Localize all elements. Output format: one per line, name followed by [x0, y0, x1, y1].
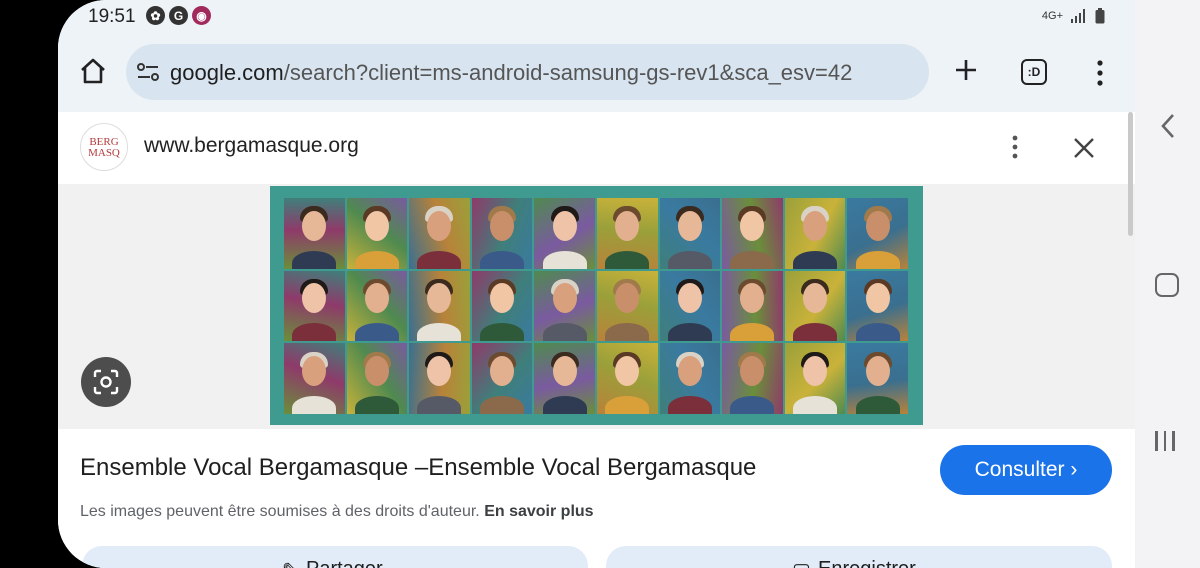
portrait-tile	[346, 343, 408, 414]
portrait-tile	[784, 343, 846, 414]
battery-icon	[1095, 8, 1105, 24]
portrait-tile	[409, 270, 470, 342]
portrait-tile	[471, 270, 533, 342]
portrait-tile	[346, 270, 408, 342]
phone-frame: 19:51 ✿ G ◉ 4G+ google.com/search?client…	[0, 0, 1200, 568]
home-icon[interactable]	[78, 56, 108, 86]
portrait-tile	[596, 198, 658, 269]
url-host: google.com	[170, 60, 284, 85]
new-tab-icon[interactable]	[954, 58, 978, 82]
portrait-tile	[722, 270, 783, 342]
result-title[interactable]: Ensemble Vocal Bergamasque –Ensemble Voc…	[80, 454, 756, 482]
image-preview-area	[58, 184, 1135, 429]
signal-icon	[1071, 9, 1085, 23]
browser-screen: 19:51 ✿ G ◉ 4G+ google.com/search?client…	[58, 0, 1135, 568]
portrait-tile	[534, 198, 595, 269]
ensemble-photo[interactable]	[270, 186, 923, 425]
save-label: Enregistrer	[818, 558, 916, 568]
status-time: 19:51	[88, 6, 136, 27]
site-settings-icon[interactable]	[136, 62, 160, 82]
portrait-tile	[722, 343, 783, 414]
portrait-tile	[722, 198, 783, 269]
app-notification-icon: ◉	[192, 6, 211, 25]
source-more-icon[interactable]	[1010, 134, 1020, 160]
site-favicon[interactable]: BERG MASQ	[80, 123, 128, 171]
portrait-tile	[284, 198, 345, 269]
lens-icon	[93, 369, 119, 395]
portrait-tile	[596, 270, 658, 342]
portrait-tile	[409, 198, 470, 269]
portrait-tile	[659, 270, 721, 342]
lens-button[interactable]	[81, 357, 131, 407]
notification-icons: ✿ G ◉	[146, 6, 211, 25]
portrait-tile	[847, 198, 908, 269]
url-text[interactable]: google.com/search?client=ms-android-sams…	[170, 60, 922, 86]
home-nav-icon[interactable]	[1155, 273, 1179, 297]
address-bar[interactable]: google.com/search?client=ms-android-sams…	[126, 44, 929, 100]
learn-more-link[interactable]: En savoir plus	[484, 503, 593, 520]
browser-toolbar: google.com/search?client=ms-android-sams…	[58, 34, 1135, 112]
portrait-tile	[471, 343, 533, 414]
portrait-tile	[659, 343, 721, 414]
status-bar: 19:51 ✿ G ◉ 4G+	[58, 0, 1135, 34]
image-result-panel: BERG MASQ www.bergamasque.org Ensemble V…	[58, 112, 1135, 568]
tabs-button[interactable]: :D	[1021, 59, 1047, 85]
android-navigation-bar	[1135, 0, 1200, 568]
portrait-tile	[659, 198, 721, 269]
portrait-tile	[346, 198, 408, 269]
copyright-note: Les images peuvent être soumises à des d…	[80, 503, 594, 521]
google-notification-icon: G	[169, 6, 188, 25]
status-right: 4G+	[1042, 8, 1105, 24]
share-label: Partager	[306, 558, 383, 568]
network-type: 4G+	[1041, 10, 1063, 22]
consult-button[interactable]: Consulter ›	[940, 445, 1112, 495]
close-icon[interactable]	[1072, 136, 1096, 160]
portrait-tile	[847, 270, 908, 342]
portrait-tile	[284, 270, 345, 342]
recents-icon[interactable]	[1155, 431, 1181, 455]
share-icon: ✎	[282, 558, 299, 568]
back-icon[interactable]	[1157, 112, 1179, 140]
portrait-tile	[534, 343, 595, 414]
gallery-notification-icon: ✿	[146, 6, 165, 25]
favicon-text: BERG MASQ	[88, 136, 120, 159]
url-path: /search?client=ms-android-samsung-gs-rev…	[283, 60, 853, 85]
portrait-tile	[784, 270, 846, 342]
bookmark-icon: ▢	[792, 558, 811, 568]
source-url[interactable]: www.bergamasque.org	[144, 134, 359, 158]
scrollbar[interactable]	[1128, 112, 1133, 236]
portrait-tile	[534, 270, 595, 342]
more-menu-icon[interactable]	[1092, 58, 1108, 88]
share-button[interactable]: ✎ Partager	[82, 546, 588, 568]
source-row: BERG MASQ www.bergamasque.org	[58, 112, 1135, 184]
portrait-tile	[284, 343, 345, 414]
copyright-text: Les images peuvent être soumises à des d…	[80, 503, 480, 520]
portrait-tile	[784, 198, 846, 269]
portrait-grid	[284, 198, 908, 414]
portrait-tile	[409, 343, 470, 414]
portrait-tile	[847, 343, 908, 414]
portrait-tile	[596, 343, 658, 414]
save-button[interactable]: ▢ Enregistrer	[606, 546, 1112, 568]
portrait-tile	[471, 198, 533, 269]
